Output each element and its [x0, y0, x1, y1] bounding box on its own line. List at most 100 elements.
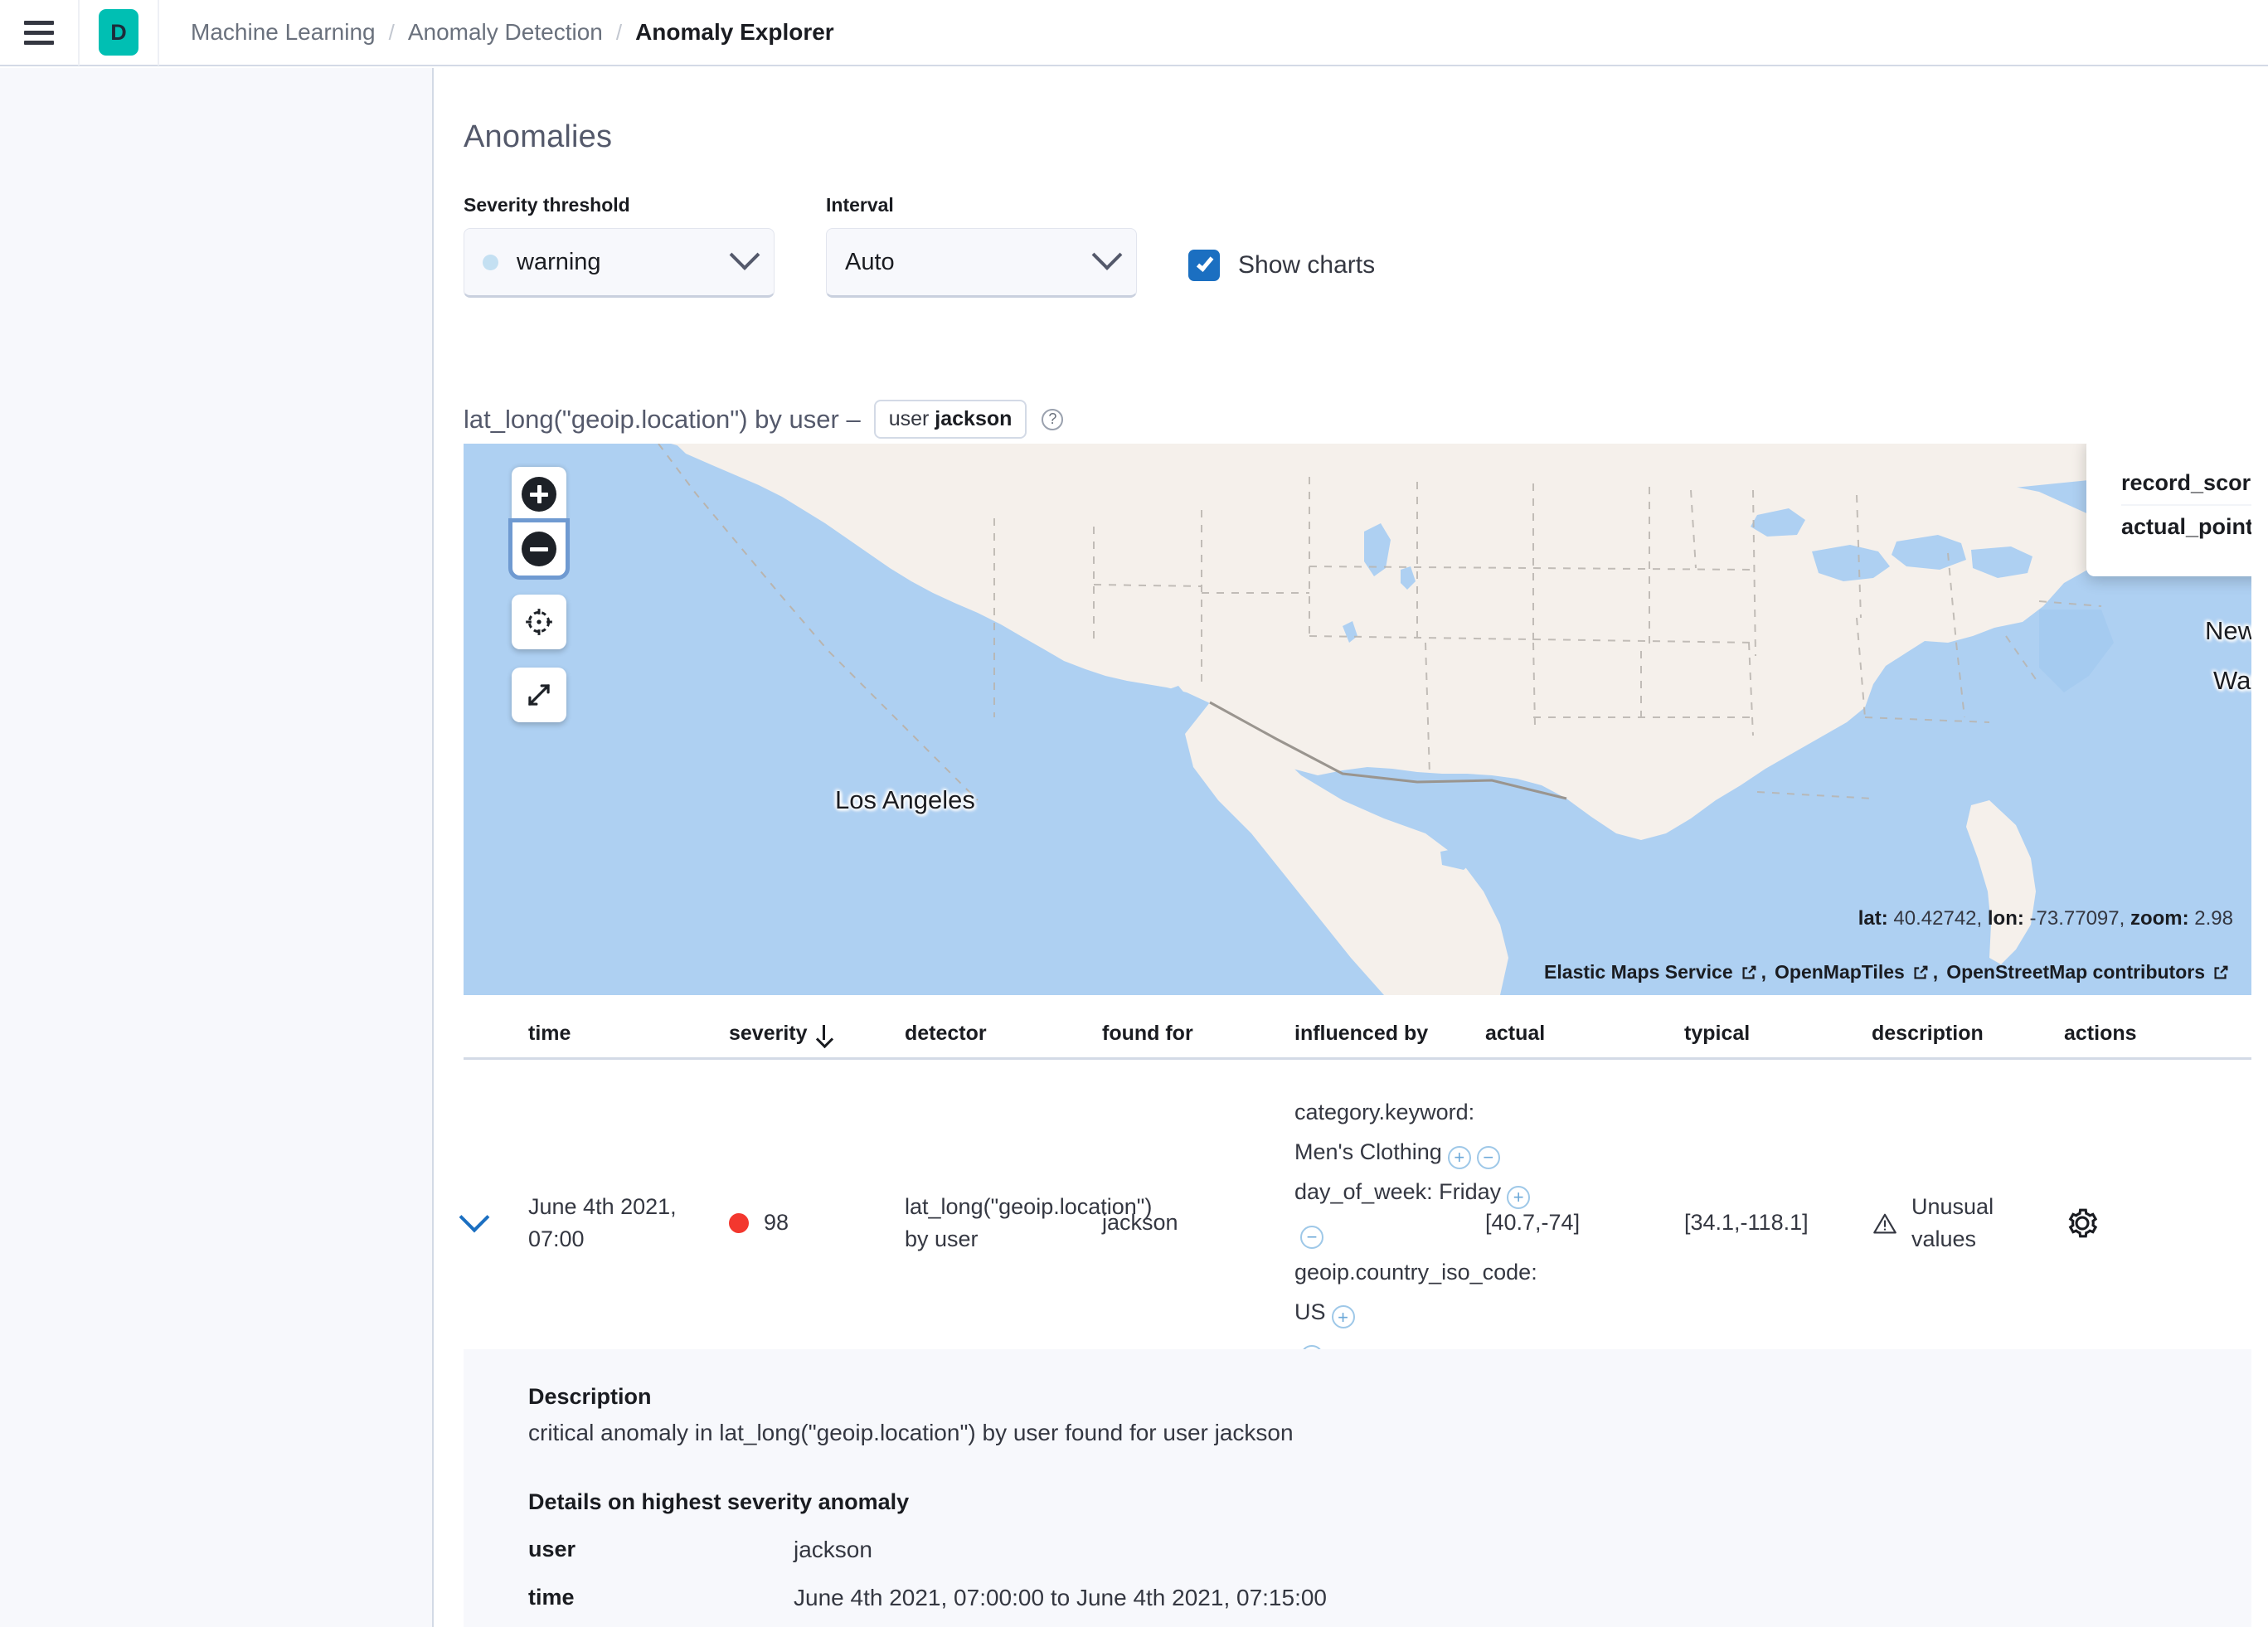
minus-circle-icon[interactable]: −: [1300, 1226, 1323, 1250]
page-title: Anomalies: [464, 119, 613, 154]
minus-circle-icon: [522, 532, 556, 566]
map-fit-bounds-button[interactable]: [512, 595, 566, 649]
chevron-down-icon: [1091, 240, 1123, 270]
severity-threshold-label: Severity threshold: [464, 194, 630, 216]
chevron-down-icon: [729, 240, 760, 270]
chart-header: lat_long("geoip.location") by user – use…: [464, 400, 1064, 439]
map-attribution: Elastic Maps Service , OpenMapTiles , Op…: [1544, 961, 2233, 983]
attribution-separator: ,: [1932, 961, 1939, 983]
table-header-row: time severity detector found for influen…: [464, 1005, 2251, 1060]
detail-key-user: user: [528, 1537, 576, 1561]
app-logo[interactable]: D: [80, 0, 159, 66]
external-link-icon: [1914, 965, 1928, 979]
crosshair-icon: [526, 609, 552, 635]
table-header-severity-label: severity: [729, 1022, 808, 1045]
anomaly-map[interactable]: UNITED STATES Los Angeles New York Washi…: [464, 444, 2251, 995]
plus-circle-icon[interactable]: +: [1447, 1145, 1471, 1169]
question-mark-icon[interactable]: ?: [1042, 408, 1064, 430]
tooltip-row: actual_point -74.00,40.70: [2121, 504, 2251, 548]
plus-circle-icon: [522, 477, 556, 512]
severity-score: 98: [764, 1210, 789, 1236]
cell-found-for: jackson: [1102, 1210, 1178, 1236]
severity-threshold-select[interactable]: warning: [464, 228, 775, 298]
map-lon-label: lon:: [1987, 907, 2024, 930]
show-charts-label: Show charts: [1238, 251, 1376, 279]
row-expand-button[interactable]: [459, 1060, 528, 1386]
breadcrumb-item-machine-learning[interactable]: Machine Learning: [191, 19, 376, 46]
interval-group: Interval Auto: [826, 194, 1137, 298]
breadcrumb-separator: /: [615, 19, 623, 45]
map-lat-label: lat:: [1858, 907, 1888, 930]
table-header-found-for[interactable]: found for: [1102, 1022, 1294, 1057]
map-fullscreen-button[interactable]: [512, 668, 566, 722]
tooltip-key-actual-point: actual_point: [2121, 514, 2251, 539]
table-row[interactable]: June 4th 2021, 07:00 98 lat_long("geoip.…: [459, 1060, 2251, 1387]
severity-dot-icon: [483, 254, 498, 270]
detail-key-time: time: [528, 1585, 575, 1610]
breadcrumb: Machine Learning / Anomaly Detection / A…: [159, 19, 834, 46]
plus-circle-icon[interactable]: +: [1331, 1305, 1355, 1329]
table-header-time[interactable]: time: [528, 1022, 729, 1057]
detail-row-time: time June 4th 2021, 07:00:00 to June 4th…: [528, 1585, 2187, 1611]
hamburger-icon: [24, 20, 54, 45]
table-header-influenced-by[interactable]: influenced by: [1294, 1022, 1485, 1057]
breadcrumb-separator: /: [388, 19, 395, 45]
attribution-elastic-maps-service[interactable]: Elastic Maps Service: [1544, 961, 1733, 983]
cell-description: Unusual values: [1872, 1060, 2064, 1386]
chevron-down-icon: [459, 1202, 490, 1232]
entity-field-name: user: [888, 407, 930, 430]
severity-threshold-group: Severity threshold warning: [464, 194, 775, 298]
map-zoom-label: zoom:: [2130, 907, 2189, 930]
map-lat-value: 40.42742,: [1893, 907, 1983, 930]
attribution-openstreetmap-contributors[interactable]: OpenStreetMap contributors: [1946, 961, 2205, 983]
entity-field-value: jackson: [935, 407, 1013, 430]
influencer-item: day_of_week: Friday: [1294, 1179, 1502, 1205]
table-header-severity[interactable]: severity: [729, 1022, 905, 1057]
interval-label: Interval: [826, 194, 894, 216]
map-controls: [508, 467, 570, 741]
severity-dot-icon: [729, 1212, 749, 1233]
table-header-actual[interactable]: actual: [1485, 1022, 1684, 1057]
map-lon-value: -73.77097,: [2029, 907, 2125, 930]
description-section-title: Description: [528, 1384, 652, 1409]
cell-detector: lat_long("geoip.location") by user: [905, 1193, 1153, 1251]
breadcrumb-item-anomaly-explorer[interactable]: Anomaly Explorer: [635, 19, 834, 46]
hamburger-menu-button[interactable]: [0, 0, 80, 66]
map-coordinates-readout: lat: 40.42742, lon: -73.77097, zoom: 2.9…: [1858, 907, 2233, 930]
top-navigation-bar: D Machine Learning / Anomaly Detection /…: [0, 0, 2268, 66]
map-zoom-group: [508, 467, 570, 580]
table-header-detector[interactable]: detector: [905, 1022, 1102, 1057]
show-charts-checkbox[interactable]: [1188, 250, 1220, 281]
table-header-description[interactable]: description: [1872, 1022, 2064, 1057]
show-charts-group[interactable]: Show charts: [1188, 250, 1375, 281]
logo-badge: D: [99, 9, 138, 56]
external-link-icon: [1742, 965, 1756, 979]
map-zoom-in-button[interactable]: [512, 467, 566, 522]
entity-badge[interactable]: user jackson: [873, 400, 1027, 439]
cell-time: June 4th 2021, 07:00: [528, 1193, 677, 1251]
attribution-openmaptiles[interactable]: OpenMapTiles: [1775, 961, 1905, 983]
external-link-icon: [2214, 965, 2228, 979]
sort-descending-icon: [816, 1024, 833, 1043]
cell-actions: [2064, 1060, 2238, 1386]
cell-severity: 98: [729, 1060, 905, 1386]
description-section-body: critical anomaly in lat_long("geoip.loca…: [528, 1420, 1294, 1445]
gear-icon[interactable]: [2064, 1205, 2100, 1241]
table-header-typical[interactable]: typical: [1684, 1022, 1872, 1057]
filter-controls: Severity threshold warning Interval Auto…: [464, 194, 1375, 298]
table-header-actions: actions: [2064, 1022, 2137, 1045]
warning-triangle-icon: [1873, 1213, 1896, 1234]
details-section-title: Details on highest severity anomaly: [528, 1489, 910, 1514]
breadcrumb-item-anomaly-detection[interactable]: Anomaly Detection: [408, 19, 603, 46]
severity-threshold-value: warning: [517, 248, 601, 275]
interval-select[interactable]: Auto: [826, 228, 1137, 298]
expand-arrow-icon: [528, 684, 550, 706]
tooltip-key-record-score: record_score: [2121, 470, 2251, 495]
detail-value-user: jackson: [794, 1537, 872, 1562]
check-icon: [1196, 254, 1214, 272]
cell-influenced-by: category.keyword: Men's Clothing + − day_o…: [1294, 1060, 1537, 1386]
chart-title: lat_long("geoip.location") by user –: [464, 404, 861, 434]
interval-value: Auto: [845, 248, 895, 275]
map-zoom-value: 2.98: [2194, 907, 2233, 930]
map-zoom-out-button[interactable]: [508, 518, 570, 580]
